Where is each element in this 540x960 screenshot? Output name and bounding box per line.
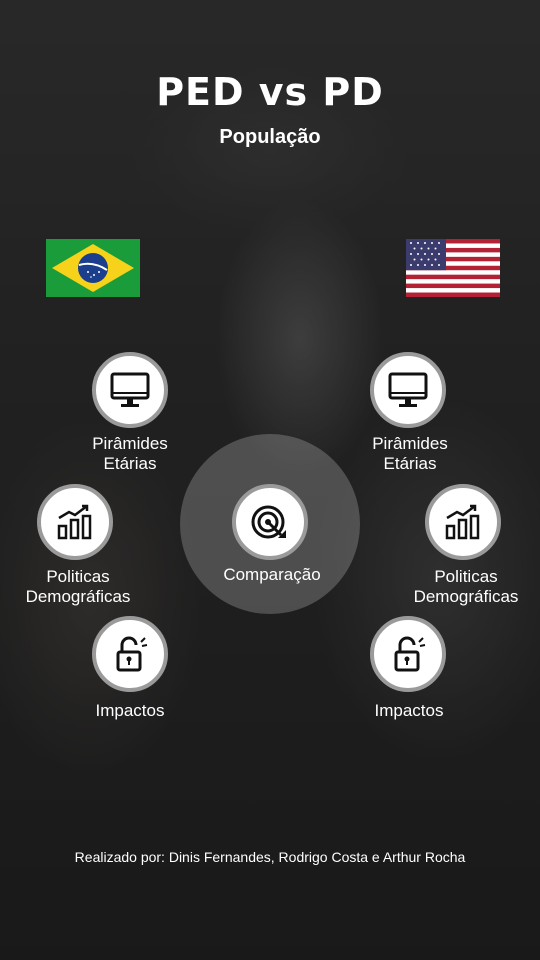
target-icon	[251, 505, 286, 539]
brazil-impactos-label: Impactos	[95, 701, 165, 720]
usa-piramides-label: Pirâmides Etárias	[372, 434, 448, 473]
bar-chart-icon	[445, 504, 480, 540]
brazil-impactos-button[interactable]	[92, 616, 168, 692]
comparacao-button[interactable]	[232, 484, 308, 560]
usa-politicas-label: Politicas Demográficas	[413, 567, 519, 606]
brazil-politicas-button[interactable]	[37, 484, 113, 560]
bar-chart-icon	[57, 504, 92, 540]
brazil-politicas-label: Politicas Demográficas	[25, 567, 131, 606]
page-title: PED vs PD	[156, 70, 384, 114]
monitor-icon	[388, 372, 428, 407]
usa-flag	[406, 239, 500, 297]
unlock-icon	[394, 636, 426, 672]
unlock-icon	[116, 636, 148, 672]
usa-piramides-button[interactable]	[370, 352, 446, 428]
brazil-piramides-button[interactable]	[92, 352, 168, 428]
credits-text: Realizado por: Dinis Fernandes, Rodrigo …	[74, 849, 466, 865]
page-subtitle: População	[219, 126, 321, 148]
usa-politicas-button[interactable]	[425, 484, 501, 560]
usa-impactos-button[interactable]	[370, 616, 446, 692]
brazil-piramides-label: Pirâmides Etárias	[92, 434, 168, 473]
brazil-flag	[46, 239, 140, 297]
comparacao-label: Comparação	[223, 565, 321, 584]
monitor-icon	[110, 372, 150, 407]
usa-impactos-label: Impactos	[374, 701, 444, 720]
